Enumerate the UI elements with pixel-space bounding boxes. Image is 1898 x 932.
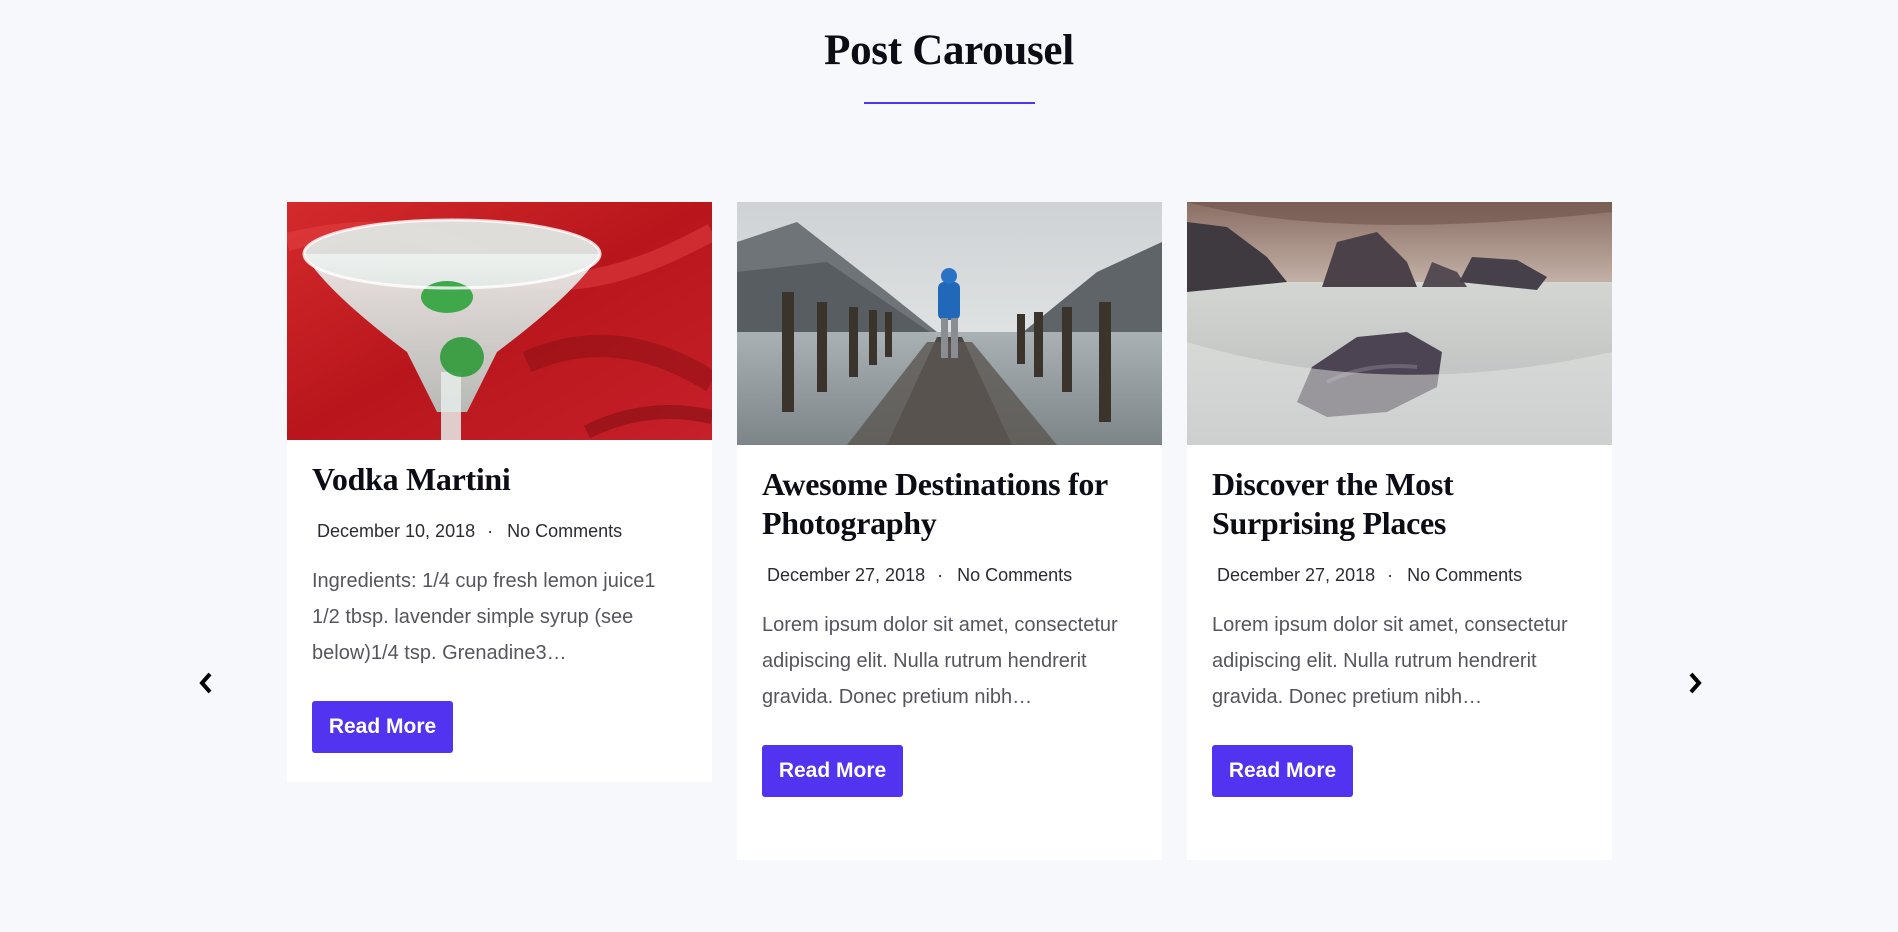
post-meta: December 27, 2018 · No Comments — [762, 565, 1137, 586]
post-card: Awesome Destinations for Photography Dec… — [737, 202, 1162, 860]
read-more-button[interactable]: Read More — [312, 701, 453, 753]
post-title[interactable]: Discover the Most Surprising Places — [1212, 465, 1587, 543]
post-comments-link[interactable]: No Comments — [1407, 565, 1522, 586]
chevron-left-icon — [199, 672, 212, 694]
post-image-pier[interactable] — [737, 202, 1162, 445]
post-card: Vodka Martini December 10, 2018 · No Com… — [287, 202, 712, 782]
post-excerpt: Ingredients: 1/4 cup fresh lemon juice1 … — [312, 570, 656, 664]
carousel-prev-button[interactable] — [193, 668, 219, 698]
title-underline — [864, 102, 1035, 104]
post-excerpt: Lorem ipsum dolor sit amet, consectetur … — [1212, 614, 1568, 708]
post-meta: December 27, 2018 · No Comments — [1212, 565, 1587, 586]
read-more-button[interactable]: Read More — [762, 745, 903, 797]
meta-separator: · — [937, 565, 944, 585]
post-title[interactable]: Awesome Destinations for Photography — [762, 465, 1137, 543]
carousel-next-button[interactable] — [1682, 668, 1708, 698]
post-title[interactable]: Vodka Martini — [312, 460, 687, 499]
meta-separator: · — [487, 521, 494, 541]
section-title: Post Carousel — [824, 27, 1074, 74]
post-card: Discover the Most Surprising Places Dece… — [1187, 202, 1612, 860]
post-image-rocks[interactable] — [1187, 202, 1612, 445]
post-comments-link[interactable]: No Comments — [507, 521, 622, 542]
post-date[interactable]: December 27, 2018 — [767, 565, 925, 586]
post-meta: December 10, 2018 · No Comments — [312, 521, 687, 542]
post-comments-link[interactable]: No Comments — [957, 565, 1072, 586]
chevron-right-icon — [1689, 672, 1702, 694]
post-date[interactable]: December 10, 2018 — [317, 521, 475, 542]
post-date[interactable]: December 27, 2018 — [1217, 565, 1375, 586]
meta-separator: · — [1387, 565, 1394, 585]
post-carousel-section: Post Carousel Vodka Martini December 10,… — [0, 0, 1898, 932]
read-more-button[interactable]: Read More — [1212, 745, 1353, 797]
post-excerpt: Lorem ipsum dolor sit amet, consectetur … — [762, 614, 1118, 708]
post-image-martini[interactable] — [287, 202, 712, 440]
